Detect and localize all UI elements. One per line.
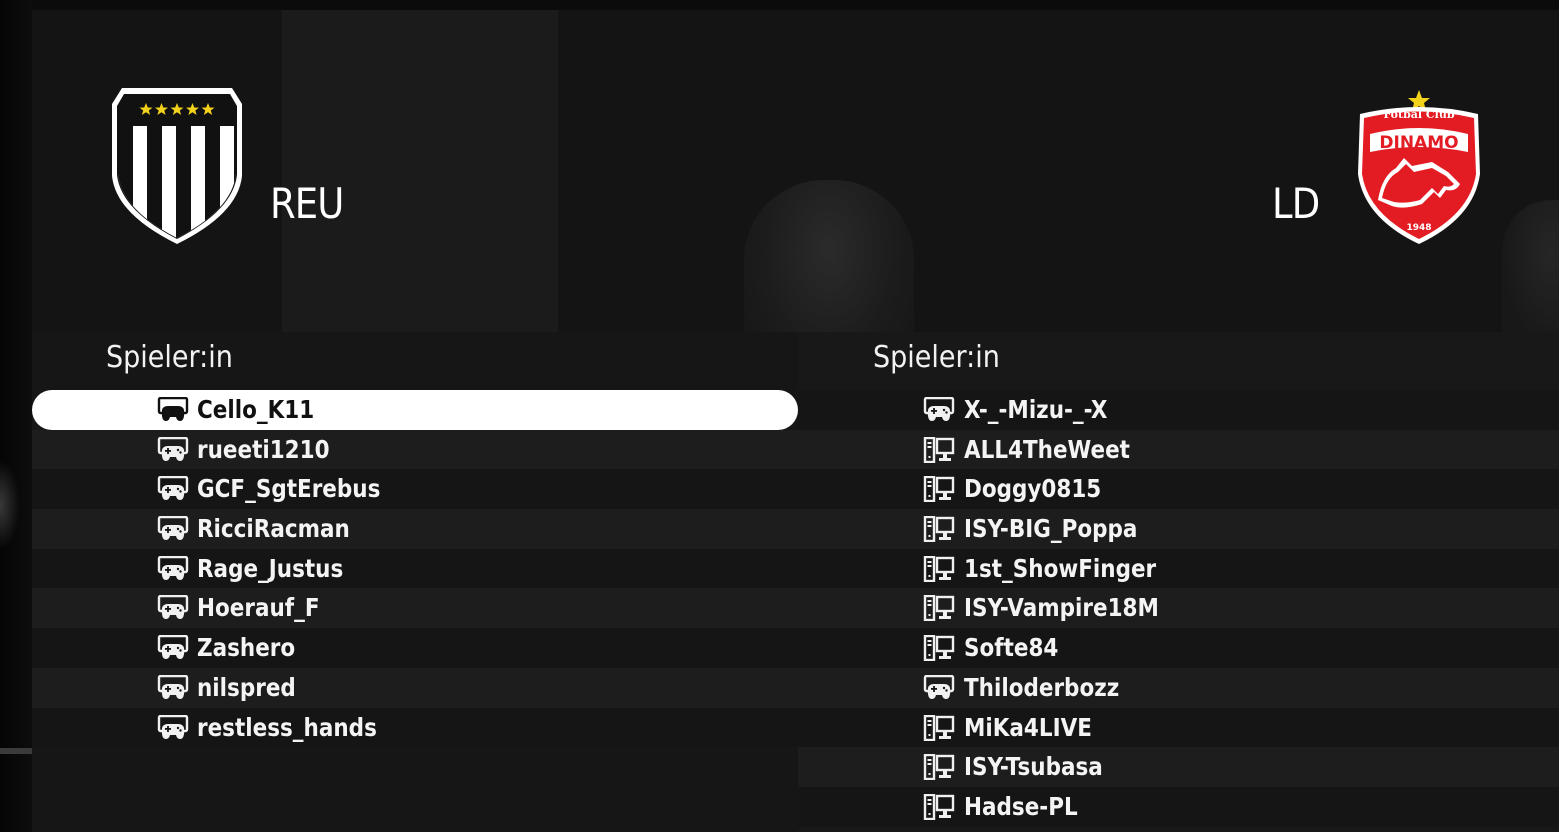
player-name: Softe84: [964, 633, 1059, 663]
player-name: GCF_SgtErebus: [197, 474, 381, 504]
away-roster: Spieler:in X-_-Mizu-_-X ALL4TheWeet Doggy0…: [798, 332, 1559, 832]
svg-text:DINAMO: DINAMO: [1379, 133, 1458, 153]
gamepad-icon: [157, 516, 189, 542]
gamepad-icon: [157, 674, 189, 701]
player-name: Cello_K11: [197, 395, 315, 424]
away-roster-title: Spieler:in: [873, 340, 1000, 375]
home-team-logo: [108, 86, 246, 246]
lineup-screen: REU Fotbal Club DINAMO 1948 LD Spieler:i…: [0, 0, 1559, 832]
player-row[interactable]: 1st_ShowFinger: [798, 548, 1559, 589]
home-roster: Spieler:in Cello_K11 rueeti1210 GCF_SgtEre…: [32, 332, 798, 832]
pc-icon: [923, 476, 955, 503]
player-row[interactable]: ISY-Vampire18M: [798, 588, 1559, 629]
pc-icon: [923, 516, 955, 543]
pc-icon: [923, 754, 955, 781]
match-header: [32, 10, 1559, 332]
player-row[interactable]: X-_-Mizu-_-X: [798, 390, 1559, 430]
gamepad-icon: [157, 595, 189, 621]
player-row[interactable]: GCF_SgtErebus: [32, 469, 798, 510]
gamepad-icon: [157, 397, 189, 423]
player-name: Rage_Justus: [197, 553, 344, 583]
player-name: Hoerauf_F: [197, 593, 320, 623]
player-row[interactable]: Softe84: [798, 628, 1559, 668]
player-name: ISY-Tsubasa: [964, 752, 1103, 782]
pc-icon: [923, 595, 955, 622]
player-name: Hadse-PL: [964, 791, 1078, 821]
player-row[interactable]: ISY-Tsubasa: [798, 747, 1559, 787]
player-name: 1st_ShowFinger: [964, 553, 1157, 583]
player-row[interactable]: rueeti1210: [32, 429, 798, 470]
pc-icon: [923, 793, 955, 820]
home-roster-title: Spieler:in: [106, 340, 233, 375]
player-name: RicciRacman: [197, 514, 350, 544]
player-row[interactable]: Rage_Justus: [32, 548, 798, 589]
gamepad-icon: [923, 397, 955, 423]
gamepad-icon: [157, 436, 189, 463]
player-name: Thiloderbozz: [964, 672, 1120, 702]
player-row[interactable]: RicciRacman: [32, 509, 798, 549]
player-name: Zashero: [197, 633, 296, 663]
player-name: ISY-Vampire18M: [964, 593, 1159, 623]
player-name: ISY-BIG_Poppa: [964, 514, 1138, 544]
gamepad-icon: [157, 555, 189, 582]
player-name: X-_-Mizu-_-X: [964, 395, 1108, 424]
left-edge: [0, 0, 32, 832]
player-row[interactable]: Hadse-PL: [798, 786, 1559, 827]
player-row[interactable]: ALL4TheWeet: [798, 429, 1559, 470]
background-panel: [282, 10, 558, 332]
gamepad-icon: [923, 674, 955, 701]
pc-icon: [923, 436, 955, 463]
pc-icon: [923, 635, 955, 662]
player-name: ALL4TheWeet: [964, 434, 1130, 464]
background-figure: [744, 180, 914, 332]
player-name: nilspred: [197, 672, 296, 702]
away-player-list: X-_-Mizu-_-X ALL4TheWeet Doggy0815 ISY-BIG_…: [798, 390, 1559, 827]
edge-bar: [0, 748, 32, 754]
player-row[interactable]: Cello_K11: [32, 390, 798, 430]
gamepad-icon: [157, 476, 189, 502]
player-row[interactable]: ISY-BIG_Poppa: [798, 509, 1559, 549]
player-row[interactable]: Thiloderbozz: [798, 667, 1559, 708]
background-glint: [0, 460, 20, 550]
player-name: restless_hands: [197, 712, 377, 742]
player-row[interactable]: Hoerauf_F: [32, 588, 798, 629]
player-row[interactable]: Doggy0815: [798, 469, 1559, 510]
away-team-logo: Fotbal Club DINAMO 1948: [1352, 88, 1486, 246]
pc-icon: [923, 714, 955, 741]
background-figure: [1502, 200, 1559, 332]
player-name: rueeti1210: [197, 434, 330, 464]
gamepad-icon: [157, 635, 189, 661]
home-team-name: REU: [270, 179, 344, 228]
player-row[interactable]: Zashero: [32, 628, 798, 668]
svg-text:Fotbal Club: Fotbal Club: [1383, 108, 1454, 121]
home-player-list: Cello_K11 rueeti1210 GCF_SgtErebus RicciRac…: [32, 390, 798, 748]
player-row[interactable]: MiKa4LIVE: [798, 707, 1559, 748]
gamepad-icon: [157, 714, 189, 741]
svg-text:1948: 1948: [1406, 223, 1431, 233]
player-name: MiKa4LIVE: [964, 712, 1092, 742]
pc-icon: [923, 555, 955, 582]
away-team-name: LD: [1272, 179, 1320, 228]
player-name: Doggy0815: [964, 474, 1102, 504]
player-row[interactable]: nilspred: [32, 667, 798, 708]
player-row[interactable]: restless_hands: [32, 707, 798, 748]
